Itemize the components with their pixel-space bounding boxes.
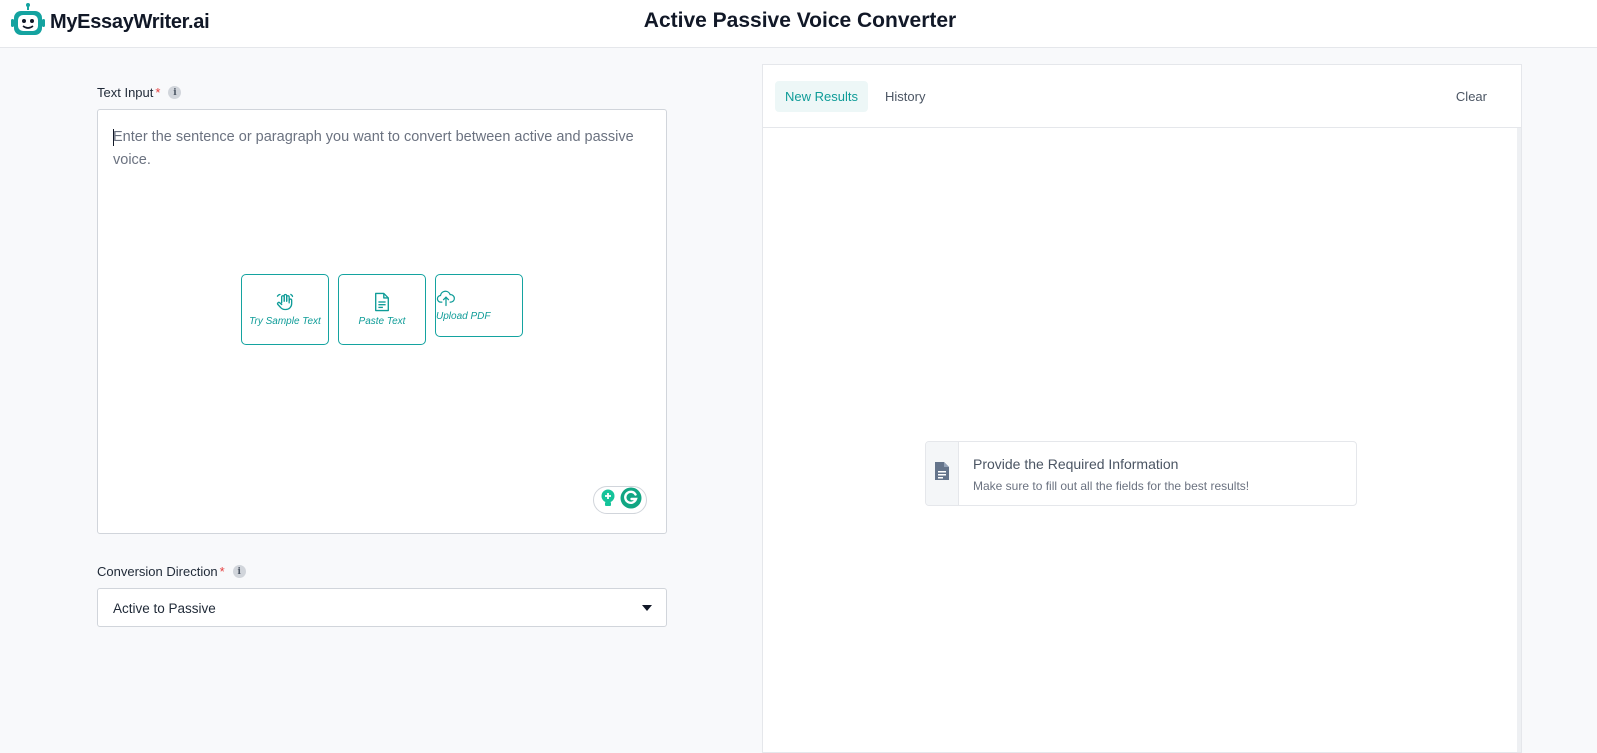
upload-pdf-label: Upload PDF — [436, 311, 491, 322]
page-title: Active Passive Voice Converter — [643, 9, 957, 32]
cloud-upload-icon — [436, 289, 456, 307]
notice-title: Provide the Required Information — [973, 456, 1179, 472]
lightbulb-icon[interactable] — [599, 488, 617, 513]
wave-hand-icon — [275, 292, 295, 312]
try-sample-text-button[interactable]: Try Sample Text — [241, 274, 329, 345]
conversion-direction-label: Conversion Direction * i — [97, 564, 246, 579]
conversion-direction-select[interactable]: Active to Passive — [97, 588, 667, 627]
notice-subtitle: Make sure to fill out all the fields for… — [973, 479, 1250, 493]
results-panel: New Results History Clear Provide the Re… — [762, 64, 1522, 753]
grammarly-icon[interactable] — [620, 487, 642, 514]
clear-button[interactable]: Clear — [1446, 81, 1497, 112]
conversion-direction-value: Active to Passive — [113, 601, 216, 616]
notice-icon-column — [926, 442, 959, 505]
text-input-label-text: Text Input — [97, 85, 154, 100]
tab-new-results[interactable]: New Results — [775, 81, 868, 112]
conversion-direction-label-text: Conversion Direction — [97, 564, 218, 579]
paste-text-button[interactable]: Paste Text — [338, 274, 426, 345]
results-tabs: New Results History Clear — [763, 65, 1521, 128]
paste-text-label: Paste Text — [358, 316, 406, 327]
info-icon[interactable]: i — [232, 565, 246, 578]
try-sample-text-label: Try Sample Text — [249, 316, 321, 327]
info-icon[interactable]: i — [168, 86, 182, 99]
text-input-placeholder: Enter the sentence or paragraph you want… — [113, 129, 634, 168]
text-cursor — [113, 129, 114, 146]
top-header: MyEssayWriter.ai Active Passive Voice Co… — [0, 0, 1597, 48]
required-info-notice: Provide the Required Information Make su… — [925, 441, 1357, 506]
results-scrollbar[interactable] — [1517, 128, 1521, 752]
file-text-icon — [934, 461, 950, 486]
tab-history[interactable]: History — [875, 81, 935, 112]
upload-pdf-button[interactable]: Upload PDF — [435, 274, 523, 337]
document-icon — [373, 292, 391, 312]
text-input-label: Text Input * i — [97, 85, 182, 100]
required-mark: * — [219, 564, 225, 579]
required-mark: * — [155, 85, 161, 100]
text-input-area[interactable]: Enter the sentence or paragraph you want… — [97, 109, 667, 534]
grammarly-widget[interactable] — [593, 486, 647, 514]
chevron-down-icon — [642, 605, 652, 611]
